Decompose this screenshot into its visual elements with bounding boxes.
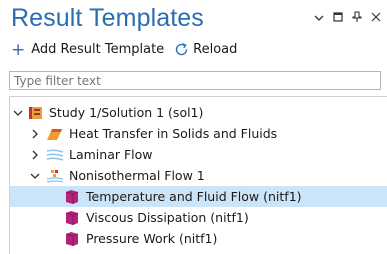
laminar-flow-icon <box>46 147 64 163</box>
tree-item-laminar-flow[interactable]: Laminar Flow <box>10 144 387 165</box>
tree-item-viscous-dissipation[interactable]: Viscous Dissipation (nitf1) <box>10 207 387 228</box>
chevron-down-icon[interactable] <box>13 108 23 118</box>
reload-icon <box>174 42 189 57</box>
tree-item-label: Laminar Flow <box>69 147 153 162</box>
template-icon <box>64 189 80 205</box>
study-icon <box>28 105 44 121</box>
tree-item-label: Study 1/Solution 1 (sol1) <box>49 105 204 120</box>
tree-item-study[interactable]: Study 1/Solution 1 (sol1) <box>10 102 387 123</box>
tree-item-pressure-work[interactable]: Pressure Work (nitf1) <box>10 228 387 249</box>
chevron-right-icon[interactable] <box>30 129 40 139</box>
tree-item-label: Pressure Work (nitf1) <box>86 231 218 246</box>
nonisothermal-flow-icon <box>46 168 64 184</box>
result-template-tree: Study 1/Solution 1 (sol1) Heat Transfer … <box>9 96 387 254</box>
tree-item-label: Viscous Dissipation (nitf1) <box>86 210 249 225</box>
plus-icon: + <box>11 39 26 60</box>
add-result-template-button[interactable]: + Add Result Template <box>11 39 165 60</box>
tree-item-nonisothermal-flow[interactable]: Nonisothermal Flow 1 <box>10 165 387 186</box>
chevron-down-icon[interactable] <box>314 12 324 24</box>
tree-item-label: Temperature and Fluid Flow (nitf1) <box>86 189 302 204</box>
add-result-template-label: Add Result Template <box>31 42 165 57</box>
tree-item-label: Nonisothermal Flow 1 <box>69 168 205 183</box>
window-controls <box>314 11 381 24</box>
maximize-icon[interactable] <box>333 11 343 24</box>
pin-icon[interactable] <box>352 11 362 24</box>
reload-label: Reload <box>193 42 238 57</box>
template-icon <box>64 210 80 226</box>
panel-title: Result Templates <box>11 4 204 32</box>
chevron-right-icon[interactable] <box>30 150 40 160</box>
heat-transfer-icon <box>46 126 62 142</box>
tree-item-temperature-and-fluid-flow[interactable]: Temperature and Fluid Flow (nitf1) <box>10 186 387 207</box>
filter-input[interactable] <box>9 71 381 90</box>
toolbar: + Add Result Template Reload <box>11 39 237 60</box>
close-icon[interactable] <box>371 12 381 24</box>
reload-button[interactable]: Reload <box>164 42 237 57</box>
chevron-down-icon[interactable] <box>30 171 40 181</box>
template-icon <box>64 231 80 247</box>
tree-item-label: Heat Transfer in Solids and Fluids <box>69 126 278 141</box>
tree-item-heat-transfer[interactable]: Heat Transfer in Solids and Fluids <box>10 123 387 144</box>
